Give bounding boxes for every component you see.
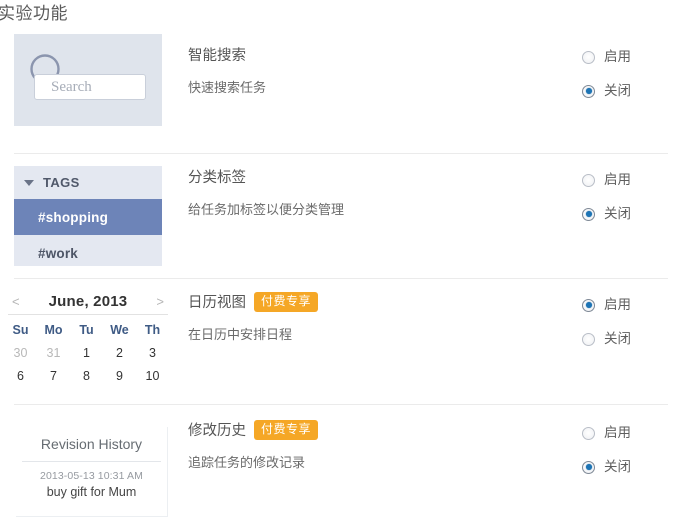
chevron-down-icon (24, 179, 34, 186)
revision-entry-text: buy gift for Mum (46, 485, 137, 499)
feature-name: 修改历史 付费专享 (188, 420, 558, 441)
calendar-dow: Su (12, 323, 29, 337)
toggle-group-calendar: 启用 关闭 (582, 295, 682, 363)
radio-label-enable: 启用 (604, 297, 631, 312)
feature-text-revision-history: 修改历史 付费专享 追踪任务的修改记录 (188, 420, 558, 472)
radio-circle-selected-icon (582, 298, 595, 312)
tags-header-label: TAGS (43, 175, 80, 190)
tags-header[interactable]: TAGS (14, 166, 162, 199)
tags-preview: TAGS #shopping #work (14, 166, 162, 266)
feature-name: 智能搜索 (188, 46, 558, 66)
calendar-day[interactable]: 2 (103, 342, 136, 365)
calendar-day[interactable]: 31 (37, 342, 70, 365)
calendar-week-row: 30 31 1 2 3 (4, 342, 175, 365)
feature-text-calendar: 日历视图 付费专享 在日历中安排日程 (188, 292, 558, 344)
calendar-preview: < June, 2013 > Su Mo Tu We Th 30 31 1 2 … (0, 288, 175, 386)
feature-description: 在日历中安排日程 (188, 327, 293, 342)
feature-name-label: 日历视图 (188, 295, 246, 311)
revision-entry-date: 2013-05-13 10:31 AM (40, 470, 143, 482)
radio-label-enable: 启用 (604, 172, 631, 187)
feature-description: 给任务加标签以便分类管理 (188, 202, 345, 217)
tag-item-label: #shopping (38, 209, 109, 225)
revision-history-preview: Revision History 2013-05-13 10:31 AM buy… (16, 427, 168, 517)
calendar-day[interactable]: 9 (103, 365, 136, 386)
calendar-header: < June, 2013 > (8, 288, 168, 315)
radio-circle-icon (582, 173, 595, 187)
feature-row-revision-history: Revision History 2013-05-13 10:31 AM buy… (0, 405, 682, 524)
radio-label-disable: 关闭 (604, 83, 631, 98)
feature-description: 快速搜索任务 (188, 80, 267, 95)
radio-circle-icon (582, 332, 595, 346)
calendar-dow: Th (144, 323, 161, 337)
radio-label-disable: 关闭 (604, 331, 631, 346)
calendar-day[interactable]: 10 (136, 365, 169, 386)
feature-name-label: 分类标签 (188, 170, 246, 186)
radio-circle-icon (582, 50, 595, 64)
feature-text-smart-search: 智能搜索 快速搜索任务 (188, 46, 558, 97)
revision-history-title: Revision History (22, 427, 161, 462)
radio-disable-calendar[interactable]: 关闭 (582, 329, 682, 349)
experimental-features-page: 实验功能 Search 智能搜索 快速搜索任务 启用 关闭 TAGS #shop… (0, 0, 682, 524)
thumbnail-tags: TAGS #shopping #work (14, 166, 162, 266)
radio-enable-tags[interactable]: 启用 (582, 170, 682, 190)
calendar-day-headers: Su Mo Tu We Th (4, 319, 175, 342)
radio-label-enable: 启用 (604, 49, 631, 64)
thumbnail-calendar: < June, 2013 > Su Mo Tu We Th 30 31 1 2 … (0, 288, 175, 386)
feature-name: 日历视图 付费专享 (188, 292, 558, 313)
radio-circle-selected-icon (582, 460, 595, 474)
feature-name-label: 智能搜索 (188, 48, 246, 64)
next-month-icon[interactable]: > (156, 294, 164, 309)
search-preview: Search (14, 34, 162, 126)
feature-row-calendar: < June, 2013 > Su Mo Tu We Th 30 31 1 2 … (0, 279, 682, 405)
radio-label-enable: 启用 (604, 425, 631, 440)
calendar-day[interactable]: 1 (70, 342, 103, 365)
radio-label-disable: 关闭 (604, 459, 631, 474)
calendar-week-row: 6 7 8 9 10 (4, 365, 175, 386)
search-placeholder: Search (51, 79, 92, 95)
radio-disable-tags[interactable]: 关闭 (582, 204, 682, 224)
tag-item-label: #work (38, 245, 79, 261)
feature-description: 追踪任务的修改记录 (188, 455, 306, 470)
calendar-day[interactable]: 30 (4, 342, 37, 365)
calendar-grid: Su Mo Tu We Th 30 31 1 2 3 6 7 8 9 10 (4, 319, 175, 386)
toggle-group-revision-history: 启用 关闭 (582, 423, 682, 491)
thumbnail-revision-history: Revision History 2013-05-13 10:31 AM buy… (16, 427, 168, 517)
calendar-month-title: June, 2013 (48, 292, 128, 310)
calendar-day[interactable]: 3 (136, 342, 169, 365)
feature-row-smart-search: Search 智能搜索 快速搜索任务 启用 关闭 (0, 34, 682, 154)
radio-circle-selected-icon (582, 84, 595, 98)
radio-circle-selected-icon (582, 207, 595, 221)
radio-circle-icon (582, 426, 595, 440)
feature-row-tags: TAGS #shopping #work 分类标签 给任务加标签以便分类管理 启… (0, 154, 682, 279)
calendar-dow: Mo (44, 323, 63, 337)
prev-month-icon[interactable]: < (12, 294, 20, 309)
page-title: 实验功能 (0, 4, 68, 23)
radio-disable-smart-search[interactable]: 关闭 (582, 81, 682, 101)
thumbnail-smart-search: Search (14, 34, 162, 126)
calendar-dow: Tu (79, 323, 94, 337)
calendar-day[interactable]: 7 (37, 365, 70, 386)
feature-name-label: 修改历史 (188, 423, 246, 439)
calendar-day[interactable]: 6 (4, 365, 37, 386)
calendar-dow: We (110, 323, 129, 337)
radio-label-disable: 关闭 (604, 206, 631, 221)
calendar-day[interactable]: 8 (70, 365, 103, 386)
radio-enable-calendar[interactable]: 启用 (582, 295, 682, 315)
radio-enable-smart-search[interactable]: 启用 (582, 47, 682, 67)
toggle-group-tags: 启用 关闭 (582, 170, 682, 238)
paid-badge: 付费专享 (254, 420, 319, 440)
radio-enable-revision-history[interactable]: 启用 (582, 423, 682, 443)
tag-item-work[interactable]: #work (14, 235, 162, 266)
feature-text-tags: 分类标签 给任务加标签以便分类管理 (188, 168, 558, 219)
tag-item-shopping[interactable]: #shopping (14, 199, 162, 235)
paid-badge: 付费专享 (254, 292, 319, 312)
feature-name: 分类标签 (188, 168, 558, 188)
toggle-group-smart-search: 启用 关闭 (582, 47, 682, 115)
radio-disable-revision-history[interactable]: 关闭 (582, 457, 682, 477)
